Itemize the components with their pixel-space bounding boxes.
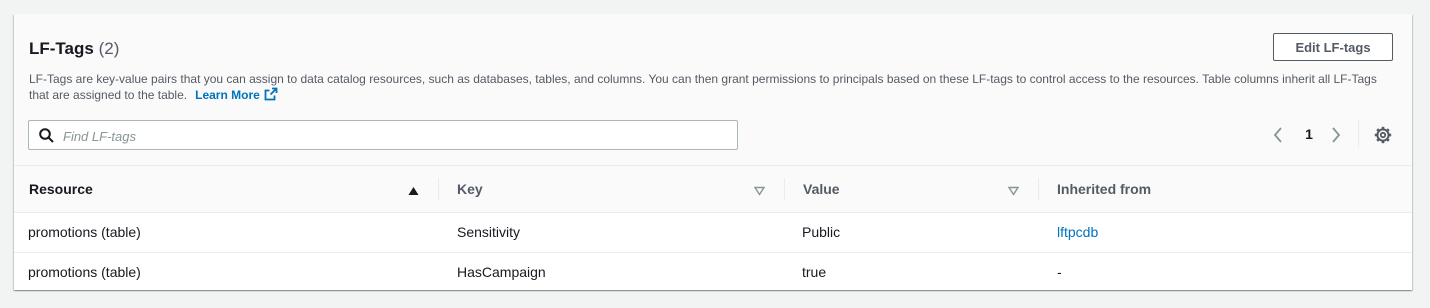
- panel-title: LF-Tags (2): [29, 38, 119, 60]
- external-link-icon: [264, 87, 278, 105]
- cell-inherited-from: -: [1057, 264, 1062, 280]
- panel-description: LF-Tags are key-value pairs that you can…: [29, 71, 1389, 105]
- cell-key: Sensitivity: [457, 224, 521, 240]
- column-divider: [784, 178, 785, 200]
- column-divider: [1038, 178, 1039, 200]
- chevron-left-icon[interactable]: [1272, 126, 1284, 149]
- column-header-value[interactable]: Value: [803, 166, 840, 212]
- sort-caret-down-icon[interactable]: [1007, 183, 1020, 201]
- search-input[interactable]: [61, 121, 725, 151]
- column-divider: [438, 178, 439, 200]
- column-header-resource[interactable]: Resource: [29, 166, 93, 212]
- panel-title-count: (2): [98, 39, 120, 58]
- cell-resource: promotions (table): [28, 264, 141, 280]
- panel-header: LF-Tags (2) Edit LF-tags LF-Tags are key…: [14, 14, 1412, 166]
- table-row: promotions (table) HasCampaign true -: [14, 253, 1412, 292]
- current-page-number[interactable]: 1: [1302, 126, 1316, 142]
- lf-tags-panel: LF-Tags (2) Edit LF-tags LF-Tags are key…: [14, 14, 1412, 290]
- search-icon: [39, 128, 54, 148]
- search-box: [28, 120, 738, 151]
- learn-more-link[interactable]: Learn More: [195, 87, 278, 105]
- gear-icon[interactable]: [1374, 126, 1392, 149]
- table-row: promotions (table) Sensitivity Public lf…: [14, 213, 1412, 253]
- sort-ascending-icon[interactable]: [408, 183, 419, 201]
- table-header: Resource Key Value Inherited from: [14, 166, 1412, 213]
- cell-value: Public: [802, 224, 841, 240]
- cell-resource: promotions (table): [28, 224, 141, 240]
- sort-caret-down-icon[interactable]: [753, 183, 766, 201]
- edit-lf-tags-button[interactable]: Edit LF-tags: [1273, 33, 1393, 61]
- column-header-key[interactable]: Key: [457, 166, 483, 212]
- pager-divider: [1358, 120, 1359, 148]
- cell-value: true: [802, 264, 827, 280]
- cell-key: HasCampaign: [457, 264, 546, 280]
- panel-title-text: LF-Tags: [29, 39, 94, 58]
- cell-inherited-from-link[interactable]: lftpcdb: [1057, 213, 1098, 252]
- learn-more-label: Learn More: [195, 88, 260, 102]
- column-header-inherited-from: Inherited from: [1057, 181, 1152, 197]
- chevron-right-icon[interactable]: [1330, 126, 1342, 149]
